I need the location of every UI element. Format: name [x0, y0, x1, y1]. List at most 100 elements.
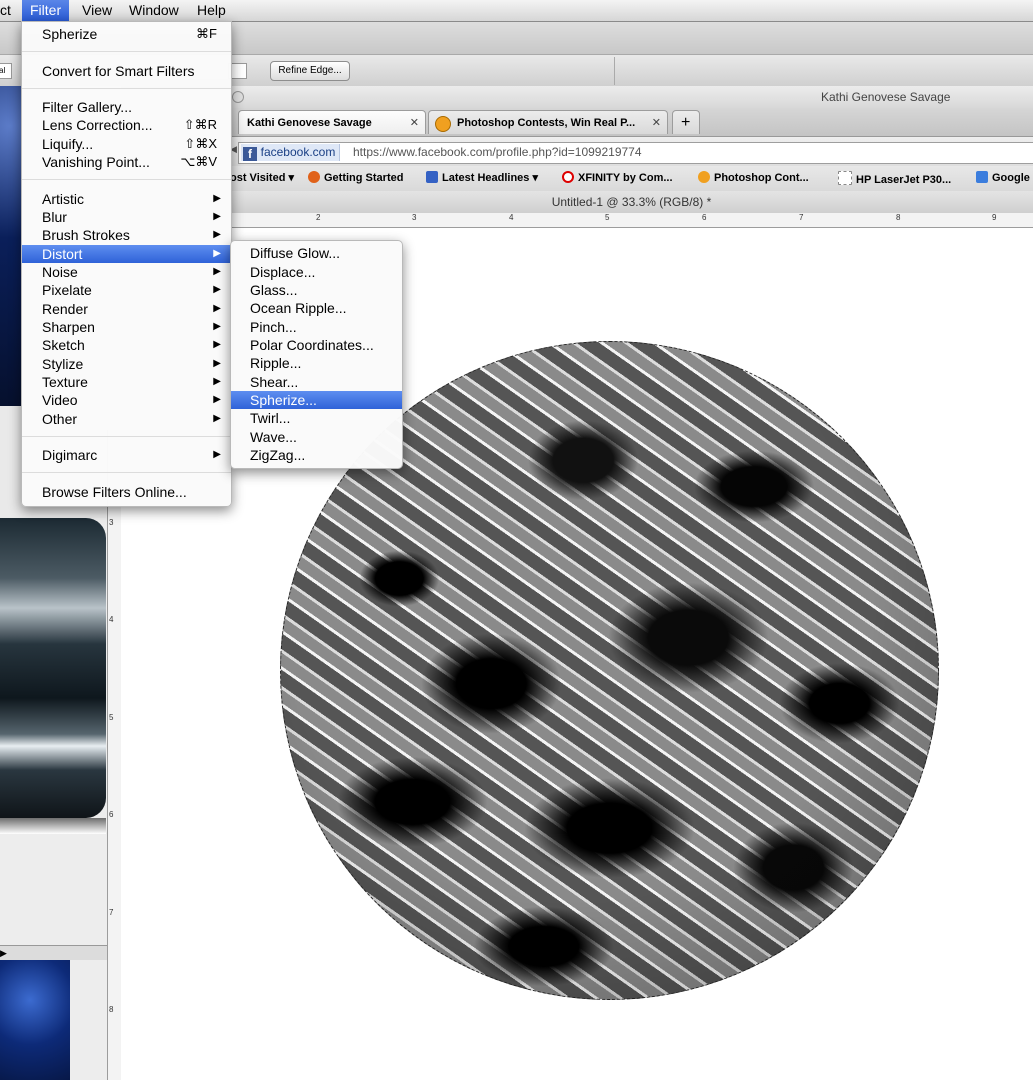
menu-item-brush-strokes[interactable]: Brush Strokes ▶	[22, 226, 231, 244]
url-input[interactable]: f facebook.com https://www.facebook.com/…	[238, 142, 1033, 164]
h-ruler-number: 4	[509, 213, 514, 222]
tab-photoshop-contests[interactable]: Photoshop Contests, Win Real P... ✕	[428, 110, 668, 134]
menu-item-blur[interactable]: Blur ▶	[22, 208, 231, 226]
submenu-item-ripple[interactable]: Ripple...	[231, 354, 402, 372]
submenu-item-wave[interactable]: Wave...	[231, 428, 402, 446]
window-button-icon[interactable]	[232, 91, 244, 103]
bookmark-google[interactable]: Google	[976, 171, 1030, 184]
bookmark-label: HP LaserJet P30...	[856, 174, 952, 186]
menu-item-label: Glass...	[250, 282, 298, 298]
bookmark-getting-started[interactable]: Getting Started	[308, 171, 403, 184]
close-icon[interactable]: ✕	[410, 111, 419, 135]
site-identity-badge[interactable]: f facebook.com	[241, 144, 341, 161]
v-ruler-number: 6	[109, 810, 114, 819]
page-icon	[838, 171, 852, 185]
bookmark-label: XFINITY by Com...	[578, 172, 673, 184]
bookmark-xfinity[interactable]: XFINITY by Com...	[562, 171, 673, 184]
h-ruler-number: 2	[316, 213, 321, 222]
submenu-arrow-icon: ▶	[213, 193, 221, 204]
submenu-item-spherize[interactable]: Spherize...	[231, 391, 402, 409]
menu-item-label: Spherize...	[250, 392, 317, 408]
menu-item-label: Polar Coordinates...	[250, 337, 374, 353]
menu-window[interactable]: Window	[121, 0, 187, 21]
menu-filter[interactable]: Filter	[22, 0, 70, 21]
options-left-field[interactable]: al	[0, 63, 12, 79]
v-ruler-number: 3	[109, 518, 114, 527]
new-tab-button[interactable]: +	[672, 110, 700, 134]
menu-item-browse-filters-online[interactable]: Browse Filters Online...	[22, 483, 231, 501]
menu-separator	[22, 88, 231, 89]
bookmark-hp-laserjet[interactable]: HP LaserJet P30...	[838, 171, 951, 186]
menu-item-vanishing-point[interactable]: Vanishing Point... ⌥⌘V	[22, 153, 231, 171]
menu-item-label: Render	[42, 301, 88, 317]
bookmark-photoshop-contests[interactable]: Photoshop Cont...	[698, 171, 809, 184]
horizontal-ruler[interactable]: 2 3 4 5 6 7 8 9	[230, 213, 1033, 228]
menu-item-label: Stylize	[42, 356, 84, 372]
bookmark-latest-headlines[interactable]: Latest Headlines ▾	[426, 171, 538, 184]
submenu-item-glass[interactable]: Glass...	[231, 281, 402, 299]
menu-item-lens-correction[interactable]: Lens Correction... ⇧⌘R	[22, 116, 231, 134]
submenu-arrow-icon: ▶	[213, 284, 221, 295]
menu-item-liquify[interactable]: Liquify... ⇧⌘X	[22, 135, 231, 153]
submenu-item-zigzag[interactable]: ZigZag...	[231, 446, 402, 464]
menu-separator	[22, 179, 231, 180]
site-badge-label: facebook.com	[260, 145, 336, 159]
tab-label: Photoshop Contests, Win Real P...	[457, 117, 636, 129]
space-image-thumbnail	[0, 86, 22, 406]
menu-select[interactable]: ct	[0, 0, 19, 21]
menu-item-pixelate[interactable]: Pixelate ▶	[22, 281, 231, 299]
submenu-arrow-icon: ▶	[213, 211, 221, 222]
bookmarks-toolbar: ost Visited ▾ Getting Started Latest Hea…	[230, 166, 1033, 192]
options-left-field-text: al	[0, 66, 6, 75]
submenu-item-diffuse-glow[interactable]: Diffuse Glow...	[231, 244, 402, 262]
tab-kathi[interactable]: Kathi Genovese Savage ✕	[238, 110, 426, 134]
menu-item-stylize[interactable]: Stylize ▶	[22, 355, 231, 373]
menu-item-render[interactable]: Render ▶	[22, 300, 231, 318]
menu-item-artistic[interactable]: Artistic ▶	[22, 190, 231, 208]
browser-window-title: Kathi Genovese Savage	[821, 90, 951, 104]
left-scroll-divider[interactable]: ▶	[0, 945, 121, 960]
submenu-item-twirl[interactable]: Twirl...	[231, 409, 402, 427]
submenu-arrow-icon: ▶	[213, 449, 221, 460]
menu-view[interactable]: View	[74, 0, 120, 21]
submenu-arrow-icon: ▶	[213, 229, 221, 240]
menu-separator	[22, 472, 231, 473]
submenu-arrow-icon: ▶	[213, 266, 221, 277]
submenu-item-displace[interactable]: Displace...	[231, 263, 402, 281]
google-icon	[976, 171, 988, 183]
bookmark-most-visited[interactable]: ost Visited ▾	[230, 171, 294, 184]
menu-item-label: Pinch...	[250, 319, 297, 335]
bookmark-label: Photoshop Cont...	[714, 172, 809, 184]
menu-item-label: Vanishing Point...	[42, 154, 150, 170]
menu-item-label: Sketch	[42, 337, 85, 353]
distort-submenu: Diffuse Glow... Displace... Glass... Oce…	[230, 240, 403, 469]
close-icon[interactable]: ✕	[652, 111, 661, 135]
menu-item-texture[interactable]: Texture ▶	[22, 373, 231, 391]
submenu-item-ocean-ripple[interactable]: Ocean Ripple...	[231, 299, 402, 317]
submenu-item-pinch[interactable]: Pinch...	[231, 318, 402, 336]
menu-item-sketch[interactable]: Sketch ▶	[22, 336, 231, 354]
menu-item-convert-smart-filters[interactable]: Convert for Smart Filters	[22, 62, 231, 80]
firefox-icon	[308, 171, 320, 183]
menu-item-noise[interactable]: Noise ▶	[22, 263, 231, 281]
h-ruler-number: 9	[992, 213, 997, 222]
menu-item-label: Digimarc	[42, 447, 98, 463]
menu-item-video[interactable]: Video ▶	[22, 391, 231, 409]
disk-shadow	[0, 818, 106, 834]
refine-edge-button[interactable]: Refine Edge...	[270, 61, 350, 81]
menu-item-label: Video	[42, 392, 78, 408]
menu-item-sharpen[interactable]: Sharpen ▶	[22, 318, 231, 336]
h-ruler-number: 8	[896, 213, 901, 222]
submenu-item-polar-coordinates[interactable]: Polar Coordinates...	[231, 336, 402, 354]
space-image-lower	[0, 960, 70, 1080]
menu-item-label: Twirl...	[250, 410, 291, 426]
menu-bar: ct Filter View Window Help	[0, 0, 1033, 22]
menu-item-digimarc[interactable]: Digimarc ▶	[22, 446, 231, 464]
menu-item-other[interactable]: Other ▶	[22, 410, 231, 428]
menu-item-spherize[interactable]: Spherize ⌘F	[22, 25, 231, 43]
menu-help[interactable]: Help	[189, 0, 234, 21]
menu-item-label: Artistic	[42, 191, 84, 207]
menu-item-filter-gallery[interactable]: Filter Gallery...	[22, 98, 231, 116]
submenu-item-shear[interactable]: Shear...	[231, 373, 402, 391]
menu-item-distort[interactable]: Distort ▶	[22, 245, 231, 263]
